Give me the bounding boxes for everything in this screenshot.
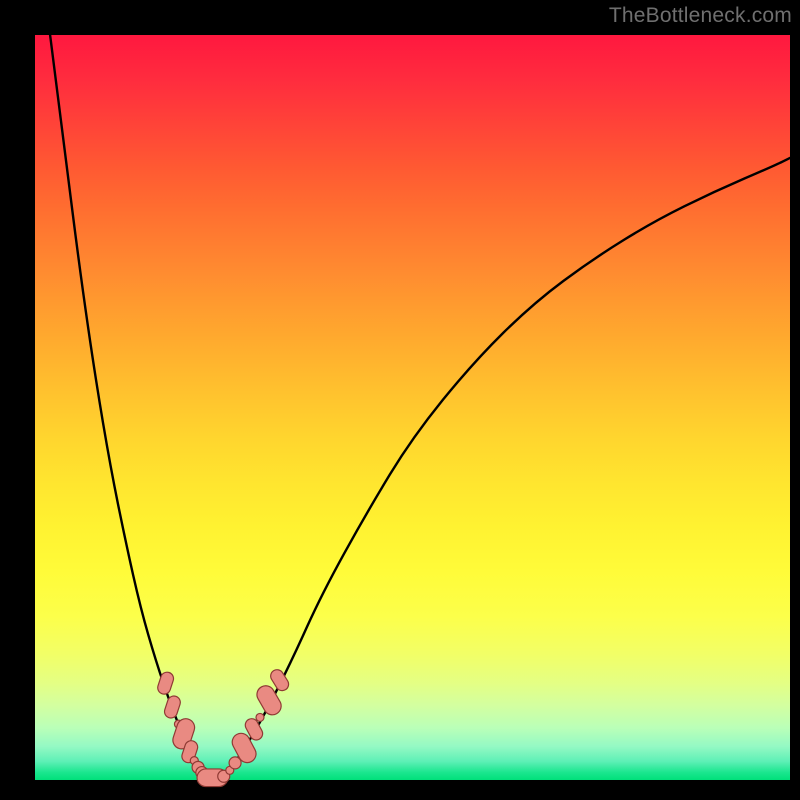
bead-dot-15 [256, 713, 264, 721]
curve-right-branch [224, 158, 790, 776]
curve-group [50, 35, 790, 776]
chart-svg [35, 35, 790, 780]
plot-area [35, 35, 790, 780]
curve-left-branch [50, 35, 209, 776]
bead-pill-0 [156, 671, 175, 696]
watermark-text: TheBottleneck.com [609, 4, 792, 28]
bead-pill-1 [163, 694, 182, 719]
chart-frame: TheBottleneck.com [0, 0, 800, 800]
bead-group [156, 667, 291, 786]
